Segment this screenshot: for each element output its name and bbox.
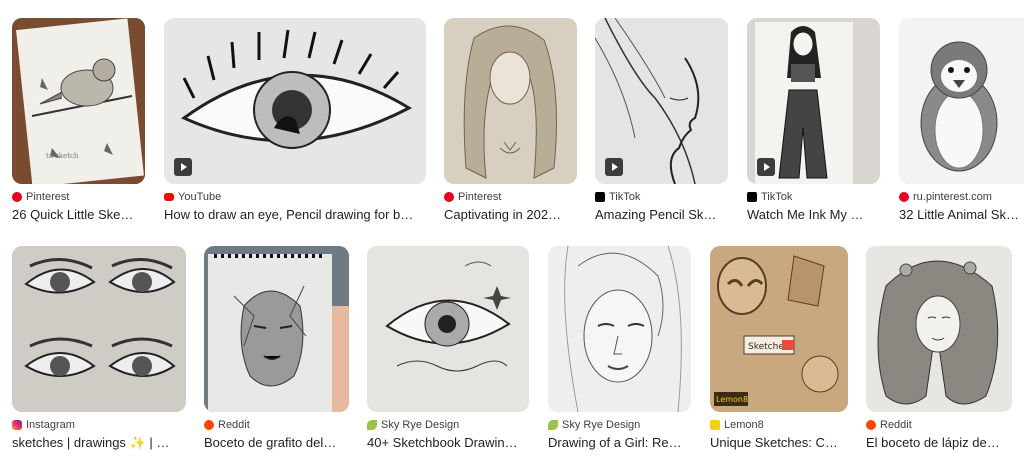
result-title[interactable]: Amazing Pencil Sk…: [595, 207, 728, 223]
sky-rye-icon: [548, 420, 558, 430]
source-label: Lemon8: [724, 419, 764, 431]
thumbnail-girl-portrait[interactable]: [444, 18, 577, 184]
result-title[interactable]: How to draw an eye, Pencil drawing for b…: [164, 207, 426, 223]
source-label: Pinterest: [26, 191, 70, 203]
eye-drawing-image: [164, 18, 426, 184]
source-label: Pinterest: [458, 191, 502, 203]
penguin-sketch-image: [899, 18, 1024, 184]
thumbnail-eye-drawing[interactable]: [164, 18, 426, 184]
result-title[interactable]: Captivating in 202…: [444, 207, 577, 223]
thumbnail-sketchbook-eye[interactable]: [367, 246, 529, 412]
thumbnail-penguin-sketch[interactable]: [899, 18, 1024, 184]
result-title[interactable]: Watch Me Ink My …: [747, 207, 880, 223]
result-card-eyes-sheet[interactable]: Instagram sketches | drawings ✨ | …: [12, 246, 186, 451]
source-label: Sky Rye Design: [562, 419, 641, 431]
result-card-girl-drawing[interactable]: Sky Rye Design Drawing of a Girl: Re…: [548, 246, 691, 451]
sky-rye-icon: [367, 420, 377, 430]
tiktok-icon: [595, 192, 605, 202]
result-title[interactable]: 40+ Sketchbook Drawin…: [367, 435, 529, 451]
result-card-bird-sketch[interactable]: ta sketch Pinterest 26 Quick Little Ske…: [12, 18, 145, 223]
girl-portrait-image: [444, 18, 577, 184]
result-card-profile-sketch[interactable]: TikTok Amazing Pencil Sk…: [595, 18, 728, 223]
thumbnail-graphite-face[interactable]: [204, 246, 349, 412]
result-title[interactable]: Drawing of a Girl: Re…: [548, 435, 691, 451]
reddit-icon: [204, 420, 214, 430]
result-card-girl-portrait[interactable]: Pinterest Captivating in 202…: [444, 18, 577, 223]
instagram-icon: [12, 420, 22, 430]
bird-sketch-image: ta sketch: [12, 18, 145, 184]
thumbnail-eyes-sheet[interactable]: [12, 246, 186, 412]
result-title[interactable]: 32 Little Animal Sk…: [899, 207, 1024, 223]
video-play-icon: [605, 158, 623, 176]
eyes-sheet-image: [12, 246, 186, 412]
source-label: TikTok: [609, 191, 641, 203]
thumbnail-ink-figure[interactable]: [747, 18, 880, 184]
curly-hair-image: [866, 246, 1012, 412]
lemon8-watermark: Lemon8: [716, 395, 748, 404]
sketchbook-eye-image: [367, 246, 529, 412]
source-label: YouTube: [178, 191, 222, 203]
thumbnail-profile-sketch[interactable]: [595, 18, 728, 184]
source-label: Sky Rye Design: [381, 419, 460, 431]
thumbnail-spiderman-sketches[interactable]: Sketches Lemon8: [710, 246, 848, 412]
source-label: Reddit: [218, 419, 250, 431]
result-card-ink-figure[interactable]: TikTok Watch Me Ink My …: [747, 18, 880, 223]
result-card-eye-drawing[interactable]: YouTube How to draw an eye, Pencil drawi…: [164, 18, 426, 223]
thumbnail-girl-drawing[interactable]: [548, 246, 691, 412]
video-play-icon: [174, 158, 192, 176]
source-label: Reddit: [880, 419, 912, 431]
youtube-icon: [164, 193, 174, 201]
lemon8-icon: [710, 420, 720, 430]
source-label: Instagram: [26, 419, 75, 431]
source-label: TikTok: [761, 191, 793, 203]
result-card-spiderman-sketches[interactable]: Sketches Lemon8 Lemon8 Unique Sketches: …: [710, 246, 848, 451]
graphite-face-image: [204, 246, 349, 412]
result-title[interactable]: 26 Quick Little Ske…: [12, 207, 145, 223]
result-card-graphite-face[interactable]: Reddit Boceto de grafito del…: [204, 246, 349, 451]
result-title[interactable]: sketches | drawings ✨ | …: [12, 435, 186, 451]
reddit-icon: [866, 420, 876, 430]
svg-text:ta sketch: ta sketch: [46, 152, 79, 160]
source-label: ru.pinterest.com: [913, 191, 992, 203]
result-title[interactable]: Boceto de grafito del…: [204, 435, 349, 451]
result-card-sketchbook-eye[interactable]: Sky Rye Design 40+ Sketchbook Drawin…: [367, 246, 529, 451]
girl-drawing-image: [548, 246, 691, 412]
thumbnail-curly-hair[interactable]: [866, 246, 1012, 412]
pinterest-icon: [444, 192, 454, 202]
video-play-icon: [757, 158, 775, 176]
result-title[interactable]: El boceto de lápiz de…: [866, 435, 1012, 451]
thumbnail-bird-sketch[interactable]: ta sketch: [12, 18, 145, 184]
result-card-curly-hair[interactable]: Reddit El boceto de lápiz de…: [866, 246, 1012, 451]
tiktok-icon: [747, 192, 757, 202]
spiderman-sketches-image: Sketches Lemon8: [710, 246, 848, 412]
pinterest-icon: [12, 192, 22, 202]
pinterest-icon: [899, 192, 909, 202]
result-card-penguin-sketch[interactable]: ru.pinterest.com 32 Little Animal Sk…: [899, 18, 1024, 223]
result-title[interactable]: Unique Sketches: C…: [710, 435, 848, 451]
